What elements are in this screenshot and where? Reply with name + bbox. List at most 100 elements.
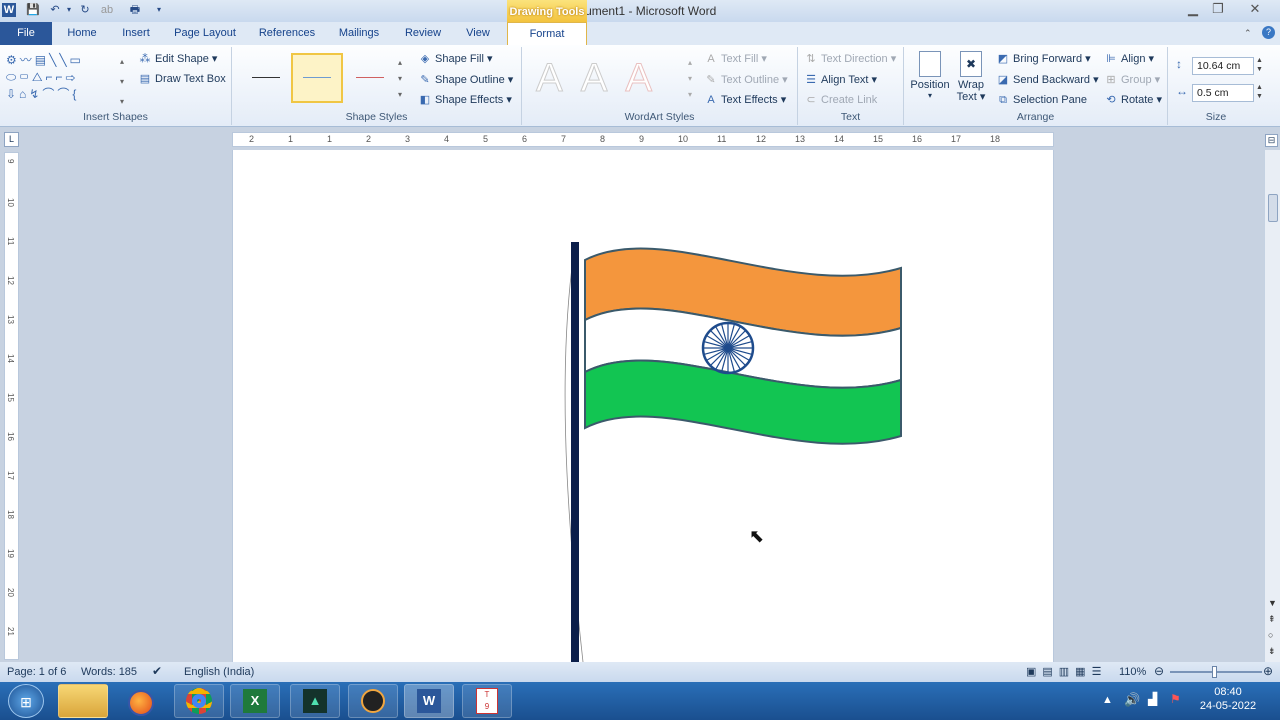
group-arrange: Position ▾ ✖ Wrap Text ▾ ◩ Bring Forward ▾ ◪… (904, 47, 1168, 125)
zoom-level[interactable]: 110% (1119, 666, 1146, 678)
align-text-icon: ☰ (806, 74, 816, 87)
previous-page-icon[interactable]: ⇞ (1268, 614, 1276, 625)
shape-style-dark-line[interactable] (240, 53, 292, 103)
ashoka-chakra[interactable] (701, 321, 755, 375)
ruler-number: 1 (288, 134, 294, 144)
firefox-taskbar-icon[interactable] (128, 690, 154, 716)
ruler-number: 14 (834, 134, 845, 144)
taskbar-clock[interactable]: 08:40 24-05-2022 (1196, 686, 1260, 712)
volume-icon[interactable]: 🔊 (1124, 692, 1140, 708)
help-icon[interactable]: ? (1262, 26, 1275, 39)
zoom-slider-thumb[interactable] (1212, 666, 1217, 678)
action-center-icon[interactable]: ⚑ (1170, 692, 1181, 706)
ruler-number: 15 (873, 134, 884, 144)
ruler-number: 16 (912, 134, 923, 144)
drawing-tools-label: Drawing Tools (507, 0, 587, 22)
tab-page-layout[interactable]: Page Layout (170, 22, 240, 45)
shape-outline-button[interactable]: ✎ Shape Outline ▾ (418, 71, 513, 89)
scrollbar-thumb[interactable] (1268, 194, 1278, 222)
shape-style-blue-line[interactable] (291, 53, 343, 103)
ruler-number: 5 (483, 134, 489, 144)
tab-view[interactable]: View (458, 22, 498, 45)
vruler-number: 10 (6, 198, 15, 207)
position-button[interactable]: Position ▾ (910, 51, 950, 100)
filmora-taskbar-button[interactable]: ▲ (290, 684, 340, 718)
view-ruler-icon[interactable]: ⊟ (1265, 134, 1278, 147)
flag-pole[interactable] (571, 242, 579, 662)
close-icon[interactable]: ✕ (1244, 1, 1266, 17)
shape-style-red-line[interactable] (344, 53, 396, 103)
wordart-scroll-icon[interactable]: ▴ ▾ ▾ (688, 55, 692, 103)
shape-effects-icon: ◧ (419, 94, 431, 107)
text-effects-button[interactable]: A Text Effects ▾ (704, 91, 786, 109)
draw-text-box-button[interactable]: ▤ Draw Text Box (138, 70, 226, 88)
next-page-icon[interactable]: ⇟ (1268, 646, 1276, 657)
shape-effects-button[interactable]: ◧ Shape Effects ▾ (418, 91, 512, 109)
language-indicator[interactable]: English (India) (184, 666, 254, 678)
text-direction-button[interactable]: ⇅ Text Direction ▾ (804, 50, 896, 68)
media-taskbar-button[interactable] (348, 684, 398, 718)
tab-references[interactable]: References (252, 22, 322, 45)
chrome-taskbar-button[interactable] (174, 684, 224, 718)
text-effects-icon: A (707, 94, 715, 107)
explorer-taskbar-icon[interactable] (58, 684, 108, 718)
minimize-icon[interactable]: ▁ (1182, 1, 1204, 17)
mouse-cursor-icon: ⬉ (749, 526, 765, 546)
vertical-ruler[interactable]: 9 10 11 12 13 14 15 16 17 18 19 20 21 (4, 152, 19, 660)
shape-height-input[interactable]: 10.64 cm (1192, 57, 1254, 75)
text-outline-button[interactable]: ✎ Text Outline ▾ (704, 71, 787, 89)
ruler-number: 10 (678, 134, 689, 144)
show-hidden-icons[interactable]: ▲ (1102, 694, 1113, 706)
word-count[interactable]: Words: 185 (81, 666, 137, 678)
selection-pane-button[interactable]: ⧉ Selection Pane (996, 91, 1087, 109)
flag-drawing[interactable] (233, 150, 1055, 662)
document-page[interactable]: ⬉ (232, 150, 1054, 662)
rotate-button[interactable]: ⟲ Rotate ▾ (1104, 91, 1162, 109)
collapse-ribbon-icon[interactable]: ⌃ (1244, 28, 1252, 39)
scroll-down-arrow-icon[interactable]: ▼ (1268, 598, 1277, 608)
shapes-gallery-scroll-icon[interactable]: ▴ ▾ ▾ (120, 52, 124, 112)
tab-home[interactable]: Home (60, 22, 104, 45)
size-label: Size (1205, 111, 1227, 123)
excel-taskbar-button[interactable]: X (230, 684, 280, 718)
zoom-out-icon[interactable]: ⊖ (1154, 664, 1164, 678)
ruler-number: 4 (444, 134, 450, 144)
restore-icon[interactable]: ❐ (1207, 1, 1229, 17)
bring-forward-button[interactable]: ◩ Bring Forward ▾ (996, 50, 1091, 68)
shape-width-input[interactable]: 0.5 cm (1192, 84, 1254, 102)
network-icon[interactable]: ▟ (1148, 692, 1157, 706)
word-taskbar-button[interactable]: W (404, 684, 454, 718)
shape-styles-scroll-icon[interactable]: ▴ ▾ ▾ (398, 55, 402, 103)
tab-format[interactable]: Format (507, 22, 587, 46)
edit-shape-button[interactable]: ⁂ Edit Shape ▾ (138, 50, 218, 68)
wrap-text-button[interactable]: ✖ Wrap Text ▾ (954, 51, 988, 103)
shape-fill-button[interactable]: ◈ Shape Fill ▾ (418, 50, 493, 68)
shapes-gallery[interactable]: ⚙〰▤╲╲▭ ⬭▭△⌐⌐⇨ ⇩⌂↯⌒⌒{ (6, 52, 132, 104)
tab-review[interactable]: Review (400, 22, 446, 45)
proofing-icon[interactable]: ✔ (152, 664, 162, 678)
wordart-gallery[interactable]: AAA (528, 53, 688, 103)
select-browse-object-icon[interactable]: ○ (1268, 630, 1273, 640)
page-count[interactable]: Page: 1 of 6 (7, 666, 66, 678)
horizontal-ruler[interactable]: 2 1 1 2 3 4 5 6 7 8 9 10 11 12 13 14 15 16 17 18 (232, 132, 1054, 147)
tally-taskbar-button[interactable]: T9 (462, 684, 512, 718)
vruler-number: 15 (6, 393, 15, 402)
create-link-button[interactable]: ⊂ Create Link (804, 91, 877, 109)
width-spinner[interactable]: ▲ ▼ (1256, 83, 1263, 101)
tab-file[interactable]: File (0, 22, 52, 45)
tab-insert[interactable]: Insert (114, 22, 158, 45)
zoom-in-icon[interactable]: ⊕ (1263, 664, 1273, 678)
rotate-icon: ⟲ (1106, 94, 1116, 107)
align-button[interactable]: ⊫ Align ▾ (1104, 50, 1154, 68)
align-text-button[interactable]: ☰ Align Text ▾ (804, 71, 877, 89)
send-backward-button[interactable]: ◪ Send Backward ▾ (996, 71, 1099, 89)
start-button[interactable]: ⊞ (8, 684, 44, 718)
vertical-scrollbar[interactable]: ▼ ⇞ ○ ⇟ (1264, 150, 1280, 662)
height-spinner[interactable]: ▲ ▼ (1256, 56, 1263, 74)
status-bar: Page: 1 of 6 Words: 185 ✔ English (India… (0, 662, 1280, 682)
group-button[interactable]: ⊞ Group ▾ (1104, 71, 1160, 89)
tab-mailings[interactable]: Mailings (330, 22, 388, 45)
view-buttons[interactable]: ▣▤▥▦☰ (1026, 665, 1107, 678)
tab-selector-icon[interactable]: L (4, 132, 19, 147)
text-fill-button[interactable]: A Text Fill ▾ (704, 50, 767, 68)
